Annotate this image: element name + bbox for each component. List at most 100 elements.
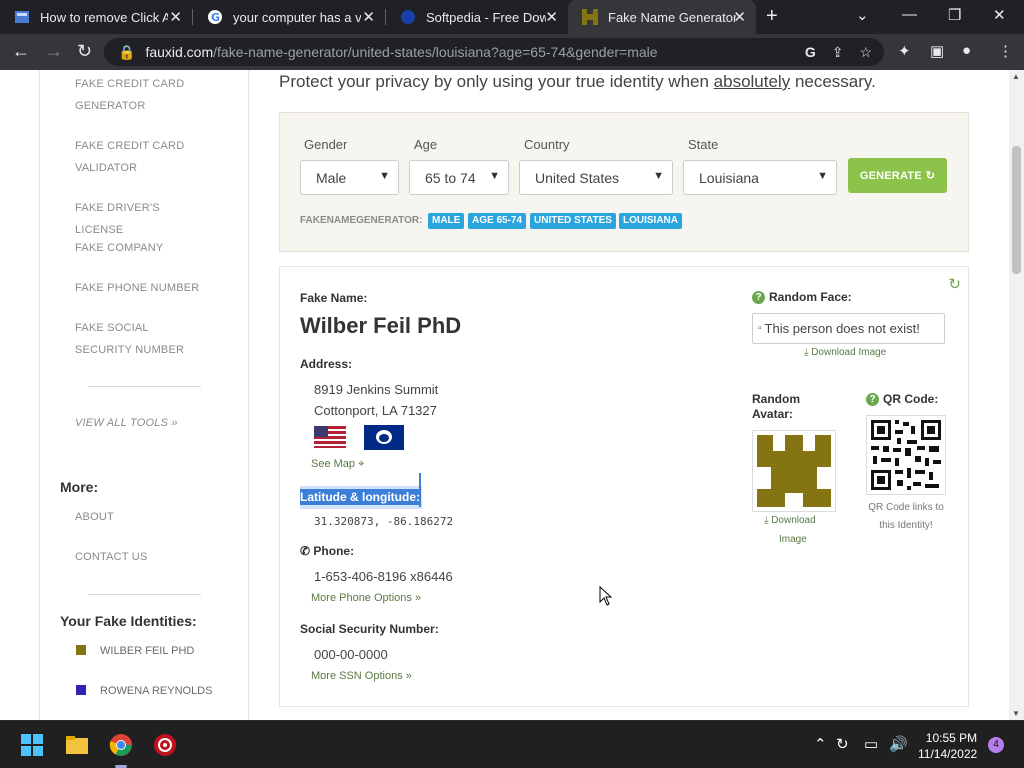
bookmark-star-icon[interactable]: ☆ (859, 44, 872, 61)
back-icon[interactable]: ← (12, 41, 30, 62)
latlng-highlight: Latitude & longitude: (300, 486, 422, 509)
sidebar-item-fake-company[interactable]: Fake Company (75, 237, 205, 259)
close-tab-icon[interactable]: ✕ (545, 8, 558, 26)
view-all-tools-link[interactable]: VIEW ALL TOOLS » (75, 412, 205, 434)
question-icon[interactable]: ? (866, 392, 879, 406)
reload-icon[interactable]: ↻ (77, 41, 92, 62)
sync-icon[interactable]: ↻ (836, 735, 849, 753)
tab-fake-name-generator[interactable]: Fake Name Generator | ✕ (568, 0, 756, 34)
sidebar-item-fake-ssn[interactable]: Fake Social Security Number (75, 317, 205, 361)
page-scrollbar[interactable]: ▲ ▼ (1009, 70, 1024, 720)
identity-card: ↻ Fake Name: Wilber Feil PhD Address: 89… (279, 266, 969, 707)
gender-select[interactable]: Male ▼ (300, 160, 399, 195)
privacy-text: necessary. (790, 72, 876, 91)
tag-state[interactable]: LOUISIANA (619, 213, 682, 229)
file-explorer-icon[interactable] (65, 733, 89, 757)
google-lens-icon[interactable]: G (805, 44, 816, 61)
side-panel-icon[interactable]: ▣ (930, 42, 944, 60)
more-heading: More: (60, 479, 99, 495)
download-avatar-link-line2[interactable]: Image (779, 534, 807, 545)
gender-value: Male (316, 169, 347, 186)
tab-remove-click[interactable]: How to remove Click A ✕ (0, 0, 192, 34)
identity-link-rowena-reynolds[interactable]: Rowena Reynolds (100, 685, 212, 697)
page-viewport: Fake Credit Card Generator Fake Credit C… (0, 70, 1024, 720)
ssn-value: 000-00-0000 (314, 647, 388, 662)
windows-start-icon[interactable] (20, 733, 44, 757)
close-tab-icon[interactable]: ✕ (362, 8, 375, 26)
scroll-down-icon[interactable]: ▼ (1012, 709, 1020, 718)
volume-icon[interactable]: 🔊 (889, 735, 908, 753)
text-selection-caret (419, 473, 421, 507)
address-bar[interactable]: 🔒 fauxid.com /fake-name-generator/united… (104, 38, 884, 66)
question-icon[interactable]: ? (752, 290, 765, 304)
qr-code-note: QR Code links to this Identity! (868, 502, 944, 531)
identity-link-wilber-feil[interactable]: Wilber Feil PhD (100, 645, 194, 657)
generate-button[interactable]: GENERATE ↻ (848, 158, 947, 193)
sidebar-divider (88, 386, 201, 387)
random-avatar-label: Random Avatar: (752, 392, 800, 422)
gender-label: Gender (304, 137, 348, 152)
download-icon: ⤓ (764, 515, 769, 526)
close-tab-icon[interactable]: ✕ (733, 8, 746, 26)
new-tab-icon[interactable]: + (766, 5, 778, 28)
random-face-image: ▫ This person does not exist! (752, 313, 945, 344)
tag-age[interactable]: AGE 65-74 (468, 213, 527, 229)
tab-title: How to remove Click A (40, 9, 168, 25)
menu-kebab-icon[interactable]: ⋮ (998, 42, 1013, 60)
download-face-link[interactable]: ⤓ Download Image (804, 347, 886, 358)
chrome-icon[interactable] (109, 733, 133, 757)
refresh-identity-icon[interactable]: ↻ (948, 275, 961, 293)
us-flag-icon (314, 426, 346, 448)
tab-search-icon[interactable]: ⌄ (856, 6, 869, 24)
privacy-emphasis-link[interactable]: absolutely (714, 72, 791, 91)
more-phone-options-link[interactable]: More Phone Options » (311, 592, 421, 604)
notification-badge[interactable]: 4 (988, 737, 1004, 753)
sidebar-item-contact-us[interactable]: Contact Us (75, 546, 205, 568)
state-select[interactable]: Louisiana ▼ (683, 160, 837, 195)
state-label: State (688, 137, 719, 152)
identities-heading: Your Fake Identities: (60, 613, 197, 629)
chevron-down-icon: ▼ (379, 170, 390, 182)
sidebar-item-fake-credit-card-generator[interactable]: Fake Credit Card Generator (75, 73, 205, 117)
chevron-down-icon: ▼ (489, 170, 500, 182)
tag-gender[interactable]: MALE (428, 213, 465, 229)
more-ssn-options-link[interactable]: More SSN Options » (311, 670, 412, 682)
scrollbar-thumb[interactable] (1012, 146, 1021, 274)
sidebar-item-fake-credit-card-validator[interactable]: Fake Credit Card Validator (75, 135, 205, 179)
sidebar-item-fake-phone-number[interactable]: Fake Phone Number (75, 277, 205, 299)
tab-title: your computer has a vi (233, 9, 361, 25)
share-icon[interactable]: ⇪ (832, 44, 844, 61)
system-clock[interactable]: 10:55 PM 11/14/2022 (918, 730, 977, 762)
qr-code-graphic (871, 420, 941, 490)
security-app-icon[interactable] (153, 733, 177, 757)
extensions-icon[interactable]: ✦ (898, 42, 911, 60)
sidebar: Fake Credit Card Generator Fake Credit C… (39, 70, 249, 720)
lock-icon: 🔒 (118, 43, 136, 60)
profile-icon[interactable]: ● (962, 42, 971, 59)
sidebar-item-about[interactable]: About (75, 506, 205, 528)
download-avatar-link[interactable]: ⤓ Download (764, 515, 816, 526)
scroll-up-icon[interactable]: ▲ (1012, 72, 1020, 81)
restore-icon[interactable]: ❐ (948, 6, 961, 24)
windows-taskbar: ⌃ ↻ ▭ 🔊 10:55 PM 11/14/2022 4 (0, 720, 1024, 768)
tab-softpedia[interactable]: Softpedia - Free Downl ✕ (386, 0, 568, 34)
see-map-label: See Map (311, 458, 356, 470)
network-icon[interactable]: ▭ (864, 735, 878, 753)
close-tab-icon[interactable]: ✕ (169, 8, 182, 26)
tag-country[interactable]: UNITED STATES (530, 213, 616, 229)
identity-color-swatch (76, 685, 86, 695)
phone-label-text: Phone: (313, 544, 355, 558)
forward-icon[interactable]: → (45, 41, 63, 62)
close-window-icon[interactable]: ✕ (993, 6, 1006, 24)
see-map-link[interactable]: See Map ⌖ (311, 458, 364, 471)
tab-computer-virus[interactable]: G your computer has a vi ✕ (193, 0, 385, 34)
sidebar-item-fake-drivers-license[interactable]: Fake Driver's License (75, 197, 205, 241)
country-select[interactable]: United States ▼ (519, 160, 673, 195)
download-face-label: Download Image (811, 347, 887, 358)
random-face-label: Random Face: (769, 290, 852, 304)
show-hidden-icons-icon[interactable]: ⌃ (814, 735, 827, 753)
minimize-icon[interactable]: — (902, 6, 917, 23)
ssn-label: Social Security Number: (300, 622, 439, 636)
age-select[interactable]: 65 to 74 ▼ (409, 160, 509, 195)
identicon-avatar (757, 435, 831, 507)
